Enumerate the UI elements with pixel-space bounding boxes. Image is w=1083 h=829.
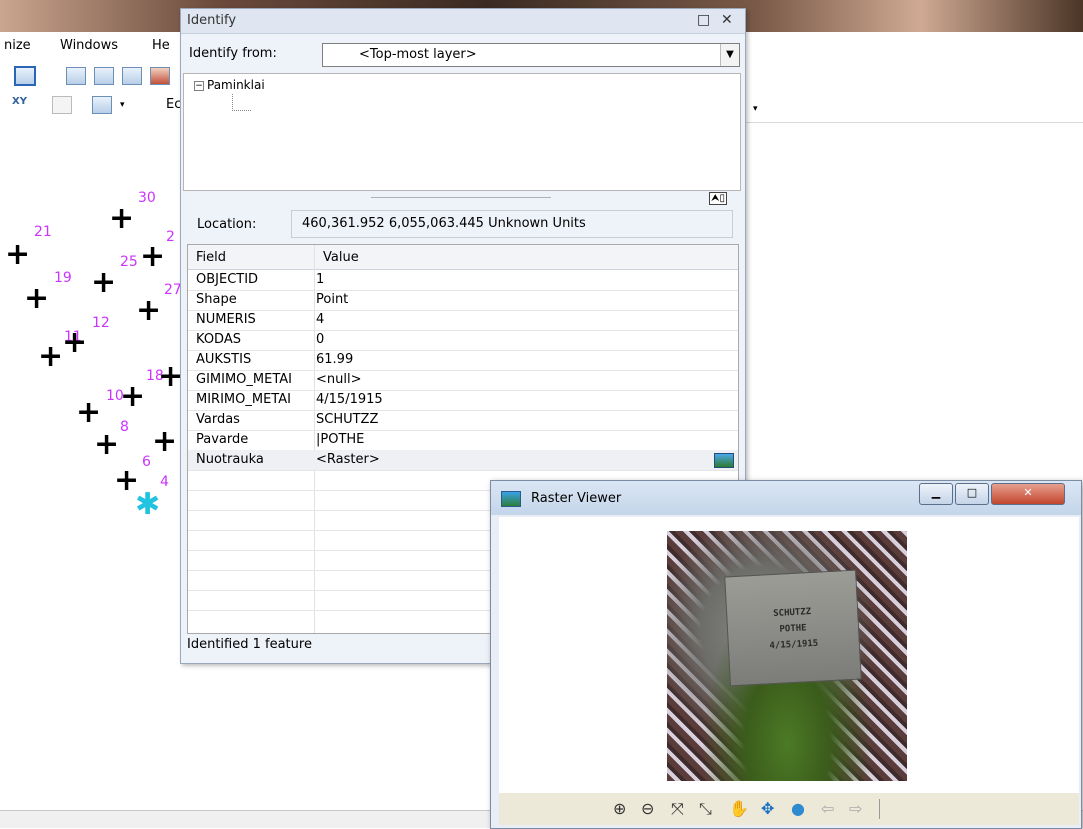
toolbar-second: XY ▾ Ec	[0, 90, 181, 120]
stone-inscription: 4/15/1915	[769, 638, 819, 652]
table-row-selected[interactable]: Nuotrauka <Raster>	[188, 450, 738, 471]
point-marker[interactable]: +	[5, 240, 30, 270]
pan-hand-icon[interactable]: ✋	[729, 799, 749, 818]
point-marker[interactable]: +	[152, 427, 177, 457]
point-marker[interactable]: +	[24, 284, 49, 314]
point-marker[interactable]: +	[109, 204, 134, 234]
zoom-in-icon[interactable]: ⊕	[613, 799, 626, 818]
point-label: 12	[92, 315, 110, 331]
point-label: 25	[120, 254, 138, 270]
fixed-zoom-in-icon[interactable]: ⤧	[671, 799, 684, 819]
fixed-zoom-out-icon[interactable]: ⤡	[699, 799, 712, 819]
point-marker[interactable]: +	[120, 382, 145, 412]
point-label: 8	[120, 419, 129, 435]
identify-titlebar[interactable]: Identify □ ✕	[181, 9, 745, 34]
map-view[interactable]: 30 + 21 + 2 25 + 19 + + 27 + 12 11 + + 1…	[0, 122, 183, 812]
close-button[interactable]: ✕	[991, 483, 1065, 505]
minimize-button[interactable]: ▁	[919, 483, 953, 505]
stone-inscription: SCHUTZZ	[773, 607, 812, 620]
table-row[interactable]: Vardas SCHUTZZ	[188, 410, 738, 431]
point-label: 6	[142, 454, 151, 470]
toolbar-overflow-icon[interactable]: ▾	[120, 100, 125, 110]
point-marker[interactable]: +	[91, 268, 116, 298]
catalog-icon[interactable]	[94, 67, 114, 85]
location-field[interactable]: 460,361.952 6,055,063.445 Unknown Units	[291, 210, 733, 238]
raster-viewer-toolbar: ⊕ ⊖ ⤧ ⤡ ✋ ✥ ● ⇦ ⇨	[499, 793, 1079, 825]
time-slider-icon[interactable]	[52, 96, 72, 114]
pane-toggle-buttons[interactable]: ⮝▯	[709, 192, 728, 205]
tree-node-layer[interactable]: − Paminklai	[194, 78, 265, 92]
zoom-out-icon[interactable]: ⊖	[641, 799, 654, 818]
toolbar-right-area: ▾	[744, 32, 1083, 123]
maximize-button[interactable]: □	[955, 483, 989, 505]
table-row[interactable]: GIMIMO_METAI <null>	[188, 370, 738, 391]
point-label: 2	[166, 229, 175, 245]
table-row[interactable]: OBJECTID 1	[188, 270, 738, 291]
point-marker[interactable]: +	[94, 430, 119, 460]
go-to-xy-icon[interactable]: XY	[12, 96, 27, 107]
tree-connector	[232, 94, 251, 111]
location-value: 460,361.952 6,055,063.445 Unknown Units	[302, 216, 586, 231]
identify-status: Identified 1 feature	[187, 637, 312, 652]
gravestone-photo: SCHUTZZ POTHE 4/15/1915	[667, 531, 907, 781]
raster-image-canvas[interactable]: SCHUTZZ POTHE 4/15/1915	[499, 517, 1079, 793]
table-icon[interactable]	[66, 67, 86, 85]
raster-viewer-titlebar[interactable]: Raster Viewer ▁ □ ✕	[491, 481, 1081, 515]
toolbar-overflow-icon[interactable]: ▾	[753, 104, 758, 114]
column-header-field[interactable]: Field	[188, 245, 314, 270]
results-tree[interactable]: − Paminklai	[183, 73, 741, 191]
identify-from-dropdown[interactable]: <Top-most layer> ▼	[322, 43, 740, 67]
globe-icon[interactable]: ●	[791, 799, 805, 818]
table-row[interactable]: AUKSTIS 61.99	[188, 350, 738, 371]
back-arrow-icon[interactable]: ⇦	[821, 799, 834, 818]
toolbox-icon[interactable]	[150, 67, 170, 85]
toolbar-top	[0, 60, 180, 90]
table-row[interactable]: MIRIMO_METAI 4/15/1915	[188, 390, 738, 411]
close-icon[interactable]: ✕	[721, 12, 733, 28]
point-marker[interactable]: +	[38, 342, 63, 372]
forward-arrow-icon[interactable]: ⇨	[849, 799, 862, 818]
identify-from-label: Identify from:	[189, 46, 277, 61]
table-row[interactable]: Pavarde |POTHE	[188, 430, 738, 451]
menu-bar: nize Windows He	[0, 32, 180, 60]
point-marker[interactable]: +	[76, 398, 101, 428]
location-label: Location:	[197, 217, 257, 232]
menu-item-customize[interactable]: nize	[4, 38, 31, 53]
zoom-in-icon[interactable]	[92, 96, 112, 114]
point-label: 4	[160, 474, 169, 490]
full-extent-icon[interactable]: ✥	[761, 799, 774, 818]
point-label: 21	[34, 224, 52, 240]
raster-viewer-window: Raster Viewer ▁ □ ✕ SCHUTZZ POTHE 4/15/1…	[490, 480, 1082, 829]
menu-item-help[interactable]: He	[152, 38, 170, 53]
gravestone-plate: SCHUTZZ POTHE 4/15/1915	[724, 569, 862, 687]
search-window-icon[interactable]	[122, 67, 142, 85]
table-row[interactable]: NUMERIS 4	[188, 310, 738, 331]
raster-viewer-title: Raster Viewer	[531, 491, 622, 506]
point-marker[interactable]: +	[62, 328, 87, 358]
selected-point-marker[interactable]: ✱	[135, 490, 160, 520]
chevron-down-icon[interactable]: ▼	[720, 44, 739, 66]
maximize-icon[interactable]: □	[697, 12, 710, 28]
table-row[interactable]: Shape Point	[188, 290, 738, 311]
raster-preview-icon[interactable]	[714, 453, 734, 468]
identify-title: Identify	[187, 13, 237, 28]
point-label: 19	[54, 270, 72, 286]
tree-node-label: Paminklai	[207, 78, 265, 92]
point-marker[interactable]: +	[140, 242, 165, 272]
raster-viewer-icon	[501, 491, 521, 507]
menu-item-windows[interactable]: Windows	[60, 38, 118, 53]
column-header-value[interactable]: Value	[315, 245, 738, 270]
toolbar-divider	[879, 799, 880, 819]
collapse-icon[interactable]: −	[194, 80, 204, 91]
identify-from-value: <Top-most layer>	[359, 47, 477, 62]
point-label: 30	[138, 190, 156, 206]
editor-icon[interactable]	[14, 66, 36, 86]
pane-splitter[interactable]	[371, 197, 551, 198]
stone-inscription: POTHE	[779, 623, 807, 635]
point-marker[interactable]: +	[136, 296, 161, 326]
table-row[interactable]: KODAS 0	[188, 330, 738, 351]
